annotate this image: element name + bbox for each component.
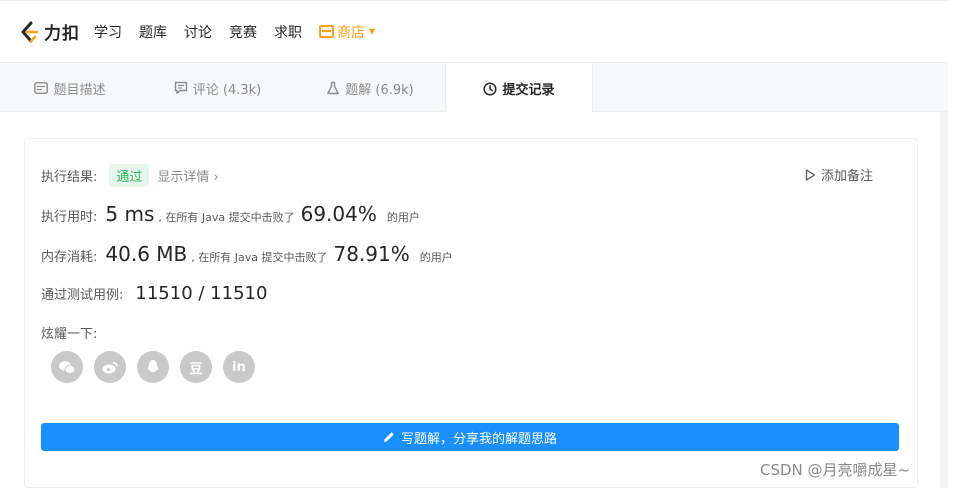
share-label: 炫耀一下: xyxy=(41,327,98,342)
problem-tabs: 题目描述 评论 (4.3k) 题解 (6.9k) 提交记录 xyxy=(0,62,948,114)
tab-submissions[interactable]: 提交记录 xyxy=(445,63,593,114)
memory-value: 40.6 MB xyxy=(105,242,188,266)
nav-item-learn[interactable]: 学习 xyxy=(94,22,122,42)
write-solution-label: 写题解，分享我的解题思路 xyxy=(400,431,557,447)
share-label-row: 炫耀一下: xyxy=(41,323,97,342)
memory-label: 内存消耗: xyxy=(41,250,98,265)
store-label: 商店 xyxy=(337,24,365,41)
comment-icon xyxy=(174,81,188,95)
flag-icon xyxy=(805,168,816,181)
weibo-icon[interactable] xyxy=(94,351,126,383)
tab-comments-label: 评论 (4.3k) xyxy=(192,82,262,98)
nav-item-problems[interactable]: 题库 xyxy=(139,22,167,42)
nav-item-jobs[interactable]: 求职 xyxy=(274,22,302,42)
share-icons: 豆 in xyxy=(51,351,266,383)
qq-icon[interactable] xyxy=(137,351,169,383)
tab-comments[interactable]: 评论 (4.3k) xyxy=(140,63,295,113)
flask-icon xyxy=(326,81,340,95)
runtime-row: 执行用时: 5 ms , 在所有 Java 提交中击败了 69.04% 的用户 xyxy=(41,202,420,226)
memory-row: 内存消耗: 40.6 MB , 在所有 Java 提交中击败了 78.91% 的… xyxy=(41,242,453,266)
memory-suffix: 的用户 xyxy=(419,251,453,264)
result-row: 执行结果: 通过 显示详情 › xyxy=(41,164,219,187)
leetcode-logo-icon xyxy=(21,21,39,42)
add-note-label: 添加备注 xyxy=(821,169,874,184)
top-nav: 力扣 学习 题库 讨论 竞赛 求职 商店 ▼ xyxy=(0,0,948,62)
nav-item-store[interactable]: 商店 ▼ xyxy=(319,22,375,42)
tab-solutions[interactable]: 题解 (6.9k) xyxy=(295,63,445,113)
wechat-icon[interactable] xyxy=(51,351,83,383)
memory-percent: 78.91% xyxy=(333,242,410,266)
write-solution-button[interactable]: 写题解，分享我的解题思路 xyxy=(41,423,899,451)
tab-description[interactable]: 题目描述 xyxy=(0,63,140,113)
nav-item-contest[interactable]: 竞赛 xyxy=(229,22,257,42)
add-note-button[interactable]: 添加备注 xyxy=(805,165,873,184)
show-details-link[interactable]: 显示详情 › xyxy=(157,166,218,185)
testcases-label: 通过测试用例: xyxy=(41,288,124,303)
testcases-value: 11510 / 11510 xyxy=(135,283,268,304)
tab-solutions-label: 题解 (6.9k) xyxy=(345,82,414,98)
runtime-label: 执行用时: xyxy=(41,210,98,225)
pencil-icon xyxy=(383,431,395,443)
csdn-watermark: CSDN @月亮嚼成星~ xyxy=(760,461,911,479)
nav-item-discuss[interactable]: 讨论 xyxy=(184,22,212,42)
submission-result-card: 执行结果: 通过 显示详情 › 添加备注 执行用时: 5 ms , 在所有 Ja… xyxy=(24,138,918,488)
douban-glyph: 豆 xyxy=(189,361,203,377)
status-badge: 通过 xyxy=(109,164,150,187)
tab-description-label: 题目描述 xyxy=(53,82,106,98)
memory-beat-text: , 在所有 Java 提交中击败了 xyxy=(191,251,328,264)
description-icon xyxy=(34,82,49,94)
linkedin-glyph: in xyxy=(232,359,246,375)
runtime-beat-text: , 在所有 Java 提交中击败了 xyxy=(158,211,295,224)
douban-icon[interactable]: 豆 xyxy=(180,351,212,383)
result-label: 执行结果: xyxy=(41,170,98,185)
scrollbar[interactable] xyxy=(940,112,948,488)
tab-submissions-label: 提交记录 xyxy=(502,83,555,98)
clock-icon xyxy=(483,81,498,96)
caret-down-icon: ▼ xyxy=(369,27,376,36)
linkedin-icon[interactable]: in xyxy=(223,351,255,383)
runtime-percent: 69.04% xyxy=(300,202,377,226)
store-icon xyxy=(319,25,334,38)
leetcode-logo[interactable]: 力扣 xyxy=(18,19,80,44)
logo-text: 力扣 xyxy=(44,24,80,44)
runtime-value: 5 ms xyxy=(105,202,155,226)
runtime-suffix: 的用户 xyxy=(386,211,420,224)
testcases-row: 通过测试用例: 11510 / 11510 xyxy=(41,283,271,304)
